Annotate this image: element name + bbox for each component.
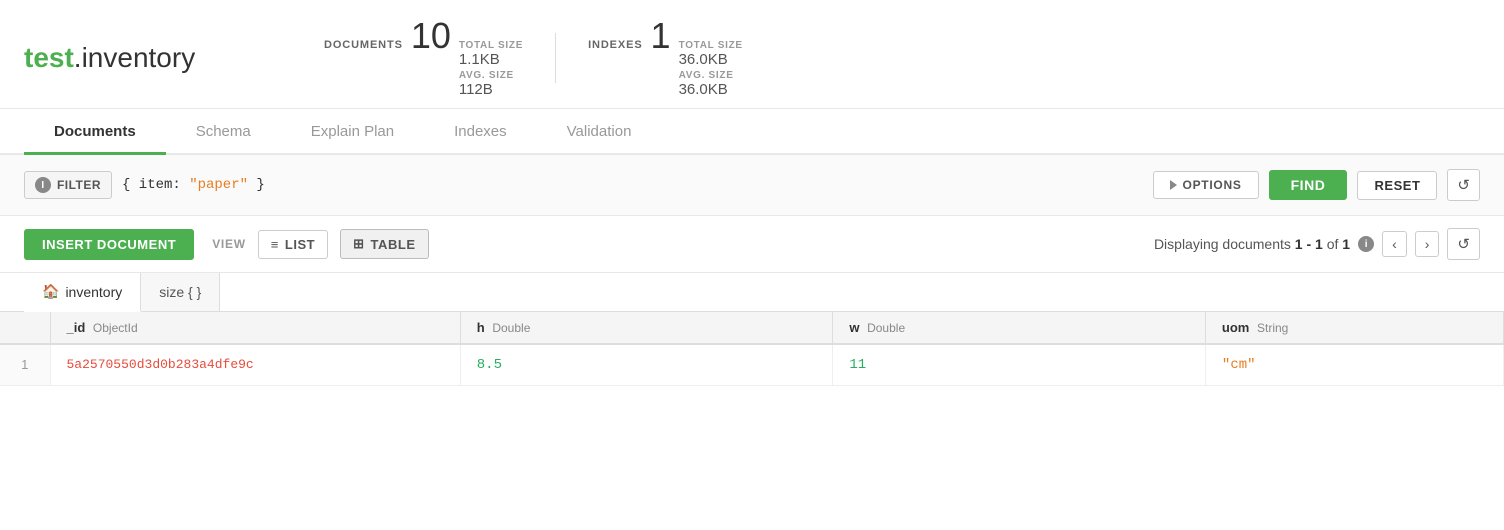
filter-query-display[interactable]: { item: "paper" } [122, 177, 1143, 193]
docs-sizes: TOTAL SIZE 1.1KB AVG. SIZE 112B [459, 40, 523, 98]
table-label: TABLE [371, 237, 416, 252]
reset-button[interactable]: RESET [1357, 171, 1437, 200]
tab-indexes[interactable]: Indexes [424, 109, 537, 155]
list-icon: ≡ [271, 237, 279, 252]
docs-total-size: TOTAL SIZE 1.1KB [459, 40, 523, 68]
table-refresh-icon: ↺ [1457, 235, 1470, 253]
tab-schema[interactable]: Schema [166, 109, 281, 155]
indexes-label: INDEXES [588, 39, 642, 51]
home-icon: 🏠 [42, 283, 59, 300]
col-header-w: w Double [833, 312, 1206, 344]
find-button[interactable]: FIND [1269, 170, 1348, 200]
filter-brace-close: } [248, 177, 265, 193]
cell-w[interactable]: 11 [833, 344, 1206, 386]
next-page-button[interactable]: › [1415, 231, 1440, 257]
main-tabs: Documents Schema Explain Plan Indexes Va… [0, 109, 1504, 155]
pagination-text: Displaying documents 1 - 1 of 1 [1154, 236, 1350, 252]
indexes-stat: INDEXES 1 TOTAL SIZE 36.0KB AVG. SIZE 36… [588, 18, 743, 98]
list-view-button[interactable]: ≡ LIST [258, 230, 328, 259]
table-tab-inventory-label: inventory [65, 284, 122, 300]
data-table-container: _id ObjectId h Double w Double uom Strin… [0, 312, 1504, 386]
db-title: test.inventory [24, 42, 284, 74]
idx-total-size: TOTAL SIZE 36.0KB [679, 40, 743, 68]
cell-h[interactable]: 8.5 [460, 344, 833, 386]
col-header-h: h Double [460, 312, 833, 344]
idx-avg-size: AVG. SIZE 36.0KB [679, 70, 743, 98]
header: test.inventory DOCUMENTS 10 TOTAL SIZE 1… [0, 0, 1504, 109]
stats-divider [555, 33, 556, 83]
filter-value: "paper" [189, 177, 248, 193]
filter-bar: i FILTER { item: "paper" } OPTIONS FIND … [0, 155, 1504, 216]
table-body: 1 5a2570550d3d0b283a4dfe9c 8.5 11 "cm" [0, 344, 1504, 386]
db-name: inventory [82, 42, 196, 73]
table-header: _id ObjectId h Double w Double uom Strin… [0, 312, 1504, 344]
documents-stat: DOCUMENTS 10 TOTAL SIZE 1.1KB AVG. SIZE … [324, 18, 523, 98]
triangle-icon [1170, 180, 1177, 190]
cell-id[interactable]: 5a2570550d3d0b283a4dfe9c [50, 344, 460, 386]
list-label: LIST [285, 237, 315, 252]
filter-label: FILTER [57, 178, 101, 192]
documents-count: 10 [411, 18, 451, 54]
docs-avg-size: AVG. SIZE 112B [459, 70, 523, 98]
table-view-button[interactable]: ⊞ TABLE [340, 229, 428, 259]
refresh-icon: ↺ [1457, 176, 1470, 194]
col-header-uom: uom String [1205, 312, 1503, 344]
toolbar: INSERT DOCUMENT VIEW ≡ LIST ⊞ TABLE Disp… [0, 216, 1504, 273]
pagination-info: Displaying documents 1 - 1 of 1 i ‹ › ↺ [1154, 228, 1480, 260]
stats-group: DOCUMENTS 10 TOTAL SIZE 1.1KB AVG. SIZE … [324, 18, 743, 98]
view-label: VIEW [212, 237, 246, 251]
table-tab-size-label: size { } [159, 284, 201, 300]
db-prefix: test [24, 42, 74, 73]
row-number: 1 [0, 344, 50, 386]
tab-documents[interactable]: Documents [24, 109, 166, 155]
insert-document-button[interactable]: INSERT DOCUMENT [24, 229, 194, 260]
data-table: _id ObjectId h Double w Double uom Strin… [0, 312, 1504, 386]
table-tabs: 🏠 inventory size { } [0, 273, 1504, 312]
prev-page-button[interactable]: ‹ [1382, 231, 1407, 257]
idx-sizes: TOTAL SIZE 36.0KB AVG. SIZE 36.0KB [679, 40, 743, 98]
table-tab-size[interactable]: size { } [141, 273, 220, 311]
refresh-button[interactable]: ↺ [1447, 169, 1480, 201]
options-button[interactable]: OPTIONS [1153, 171, 1259, 199]
col-header-rownum [0, 312, 50, 344]
filter-button[interactable]: i FILTER [24, 171, 112, 199]
tab-explain-plan[interactable]: Explain Plan [281, 109, 424, 155]
table-icon: ⊞ [353, 236, 364, 252]
options-label: OPTIONS [1183, 178, 1242, 192]
pagination-info-icon: i [1358, 236, 1374, 252]
table-row: 1 5a2570550d3d0b283a4dfe9c 8.5 11 "cm" [0, 344, 1504, 386]
filter-info-icon: i [35, 177, 51, 193]
filter-brace-open: { item: [122, 177, 189, 193]
table-tab-inventory[interactable]: 🏠 inventory [24, 273, 141, 312]
col-header-id: _id ObjectId [50, 312, 460, 344]
cell-uom[interactable]: "cm" [1205, 344, 1503, 386]
table-refresh-button[interactable]: ↺ [1447, 228, 1480, 260]
tab-validation[interactable]: Validation [537, 109, 662, 155]
documents-label: DOCUMENTS [324, 39, 403, 51]
indexes-count: 1 [651, 18, 671, 54]
